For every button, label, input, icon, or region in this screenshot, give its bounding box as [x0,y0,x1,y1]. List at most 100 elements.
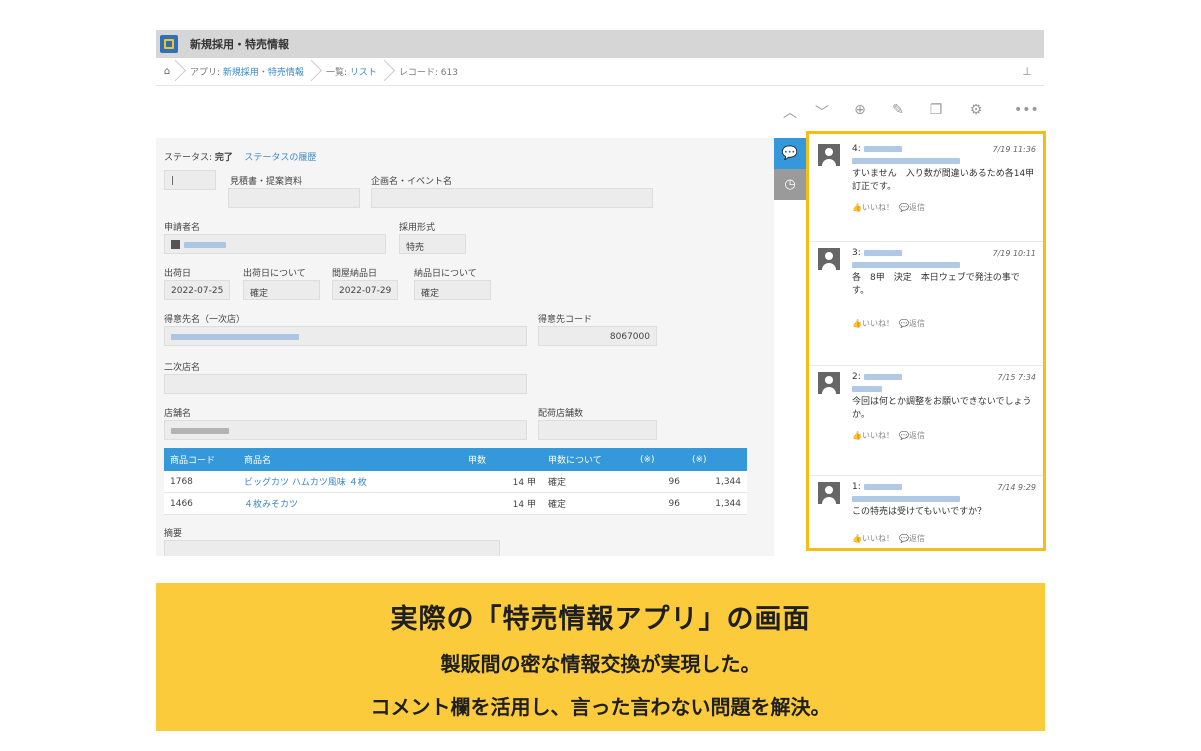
cell-b: 1,344 [686,471,747,493]
reply-icon[interactable]: 💬 [899,203,909,212]
reply-button[interactable]: 返信 [909,319,925,328]
secondary-label: 二次店名 [164,363,201,373]
comment-item: 4: 7/19 11:36 すいません 入り数が間違いあるため各14甲訂正です。… [808,138,1044,242]
avatar [818,144,840,166]
like-button[interactable]: いいね！ [862,203,894,212]
store-delivery-label: 間屋納品日 [332,269,378,279]
comment-actions: 👍いいね！ 💬返信 [852,202,1036,213]
product-link[interactable]: ビッグカツ ハムカツ風味 ４枚 [244,478,367,488]
mention-redacted [852,495,960,502]
col-product-name: 商品名 [238,448,462,471]
product-table: 商品コード 商品名 甲数 甲数について (※) (※) 1768 ビッグカツ ハ… [164,448,747,515]
side-tabs: 💬 ◷ [774,138,806,200]
comment-item: 2: 7/15 7:34 今回は何とか調整をお願いできないでしょうか。 👍いいね… [808,366,1044,476]
comment-number: 3: [852,248,861,258]
record-detail: ステータス: 完了 ステータスの履歴 | 見積書・提案資料 企画名・イベント名 … [156,138,774,556]
reply-icon[interactable]: 💬 [899,534,909,543]
banner-line-2: 製販間の密な情報交換が実現した。 [440,652,761,676]
applicant-redacted [184,241,226,248]
comment-text: 今回は何とか調整をお願いできないでしょうか。 [852,397,1032,420]
app-icon[interactable] [160,35,178,53]
breadcrumb-app-link[interactable]: 新規採用・特売情報 [223,65,304,78]
reply-button[interactable]: 返信 [909,431,925,440]
comment-time: 7/19 11:36 [992,144,1036,154]
avatar [818,482,840,504]
comment-text: この特売は受けてもいいですか？ [852,507,987,517]
like-icon[interactable]: 👍 [852,203,862,212]
app-title: 新規採用・特売情報 [190,38,289,51]
store-count-label: 配荷店舗数 [538,409,584,419]
banner-title: 実際の「特売情報アプリ」の画面 [390,604,811,635]
customer-code-field[interactable]: 8067000 [538,326,657,346]
avatar [818,372,840,394]
duplicate-icon[interactable]: ❐ [926,102,946,118]
comment-actions: 👍いいね！ 💬返信 [852,318,1036,329]
estimate-field[interactable] [228,188,360,208]
next-record-icon[interactable]: ﹀ [812,102,832,122]
comment-text: すいません 入り数が間違いあるため各14甲訂正です。 [852,169,1035,192]
reply-icon[interactable]: 💬 [899,431,909,440]
status-field[interactable]: | [164,170,216,190]
edit-icon[interactable]: ✎ [888,102,908,118]
adoption-field[interactable]: 特売 [399,234,466,254]
table-row: 1466 ４枚みそカツ 14 甲 確定 96 1,344 [164,492,747,515]
cell-note: 確定 [542,471,634,493]
event-field[interactable] [371,188,653,208]
like-icon[interactable]: 👍 [852,431,862,440]
add-record-icon[interactable]: ⊕ [850,102,870,118]
gear-icon[interactable]: ⚙ [966,102,986,118]
comment-author: 3: [852,248,902,258]
applicant-field[interactable] [164,234,386,254]
applicant-label: 申請者名 [164,223,201,233]
col-qty-note: 甲数について [542,448,634,471]
like-icon[interactable]: 👍 [852,319,862,328]
comment-tab-icon[interactable]: 💬 [774,138,806,169]
comment-text: 各 8甲 決定 本日ウェブで発注の事です。 [852,273,1020,296]
estimate-label: 見積書・提案資料 [230,177,303,187]
app-window: 新規採用・特売情報 ⌂ アプリ: 新規採用・特売情報 一覧: リスト レコード:… [156,30,1044,556]
customer-field[interactable] [164,326,527,346]
cell-qty: 14 甲 [462,471,542,493]
like-button[interactable]: いいね！ [862,319,894,328]
breadcrumb-list-link[interactable]: リスト [350,65,377,78]
history-tab-icon[interactable]: ◷ [774,169,806,200]
status-row: ステータス: 完了 ステータスの履歴 [164,150,316,163]
store-field[interactable] [164,420,527,440]
like-button[interactable]: いいね！ [862,534,894,543]
pin-icon[interactable]: ⊥ [1022,65,1032,78]
status-value: 完了 [214,153,233,163]
like-icon[interactable]: 👍 [852,534,862,543]
summary-field[interactable] [164,540,500,556]
store-count-field[interactable] [538,420,657,440]
record-toolbar: ︿ ﹀ ⊕ ✎ ❐ ⚙ ••• [156,86,1044,136]
title-bar: 新規採用・特売情報 [156,30,1044,58]
like-button[interactable]: いいね！ [862,431,894,440]
ship-date-field[interactable]: 2022-07-25 [164,280,230,300]
author-redacted [863,249,902,256]
store-delivery-field[interactable]: 2022-07-29 [332,280,398,300]
cell-note: 確定 [542,492,634,515]
delivery-note-label: 納品日について [414,269,477,279]
comment-time: 7/19 10:11 [992,248,1036,258]
comment-author: 1: [852,482,902,492]
breadcrumb-list-prefix: 一覧: [325,68,347,78]
more-icon[interactable]: ••• [1014,102,1039,118]
reply-icon[interactable]: 💬 [899,319,909,328]
event-label: 企画名・イベント名 [371,177,453,187]
reply-button[interactable]: 返信 [909,203,925,212]
product-link[interactable]: ４枚みそカツ [244,500,298,510]
banner-line-3: コメント欄を活用し、言った言わない問題を解決。 [370,695,831,719]
cell-b: 1,344 [686,492,747,515]
user-icon [171,240,180,249]
col-product-code: 商品コード [164,448,238,471]
comment-item: 3: 7/19 10:11 各 8甲 決定 本日ウェブで発注の事です。 👍いいね… [808,242,1044,366]
status-history-link[interactable]: ステータスの履歴 [244,153,316,163]
ship-note-field[interactable]: 確定 [243,280,320,300]
secondary-field[interactable] [164,374,527,394]
delivery-note-field[interactable]: 確定 [414,280,491,300]
comment-time: 7/15 7:34 [997,372,1036,382]
customer-code-label: 得意先コード [538,315,593,325]
prev-record-icon[interactable]: ︿ [780,102,800,122]
reply-button[interactable]: 返信 [909,534,925,543]
avatar [818,248,840,270]
